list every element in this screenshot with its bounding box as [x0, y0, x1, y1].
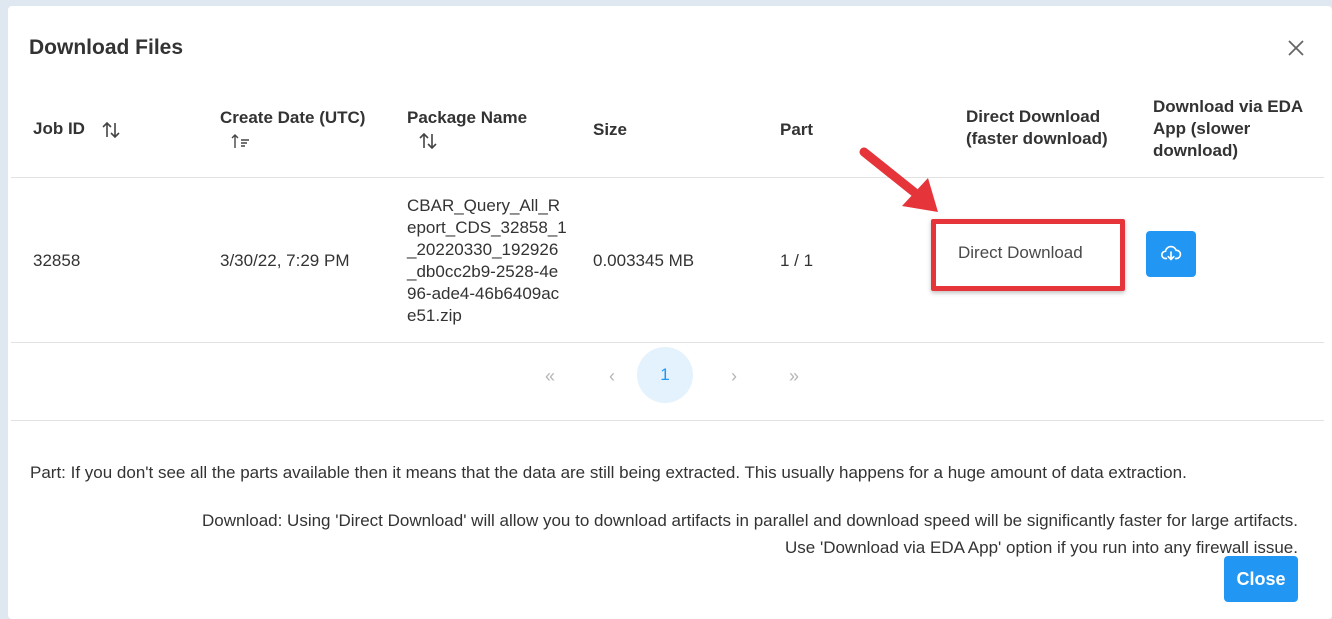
header-create-date[interactable]: Create Date (UTC)	[220, 107, 365, 151]
pagination-prev[interactable]: ‹	[598, 350, 626, 402]
header-direct-download-line2: (faster download)	[966, 129, 1108, 148]
dialog-title: Download Files	[29, 36, 184, 59]
header-direct-download: Direct Download (faster download)	[966, 106, 1108, 150]
header-package-name-label: Package Name	[407, 108, 528, 127]
sort-icon[interactable]	[100, 119, 122, 141]
download-note-line2: Use 'Download via EDA App' option if you…	[785, 538, 1298, 557]
pagination-first[interactable]: «	[536, 350, 564, 402]
header-job-id[interactable]: Job ID	[33, 118, 122, 141]
close-icon[interactable]	[1284, 36, 1308, 60]
sort-icon[interactable]	[417, 130, 439, 152]
cell-package-name: CBAR_Query_All_Report_CDS_32858_1_202203…	[407, 196, 567, 325]
header-download-via-eda: Download via EDA App (slower download)	[1153, 96, 1303, 162]
cloud-download-icon	[1160, 242, 1182, 267]
header-size: Size	[593, 120, 628, 139]
header-divider	[11, 177, 1324, 178]
header-eda-line1: Download via EDA	[1153, 97, 1304, 116]
header-package-name[interactable]: Package Name	[407, 107, 527, 152]
header-create-date-label: Create Date (UTC)	[220, 108, 366, 127]
header-job-id-label: Job ID	[33, 119, 85, 138]
header-direct-download-line1: Direct Download	[966, 107, 1101, 126]
sort-ascending-icon[interactable]	[230, 132, 252, 150]
pagination-divider	[11, 420, 1324, 421]
cell-size: 0.003345 MB	[593, 251, 695, 270]
direct-download-link[interactable]: Direct Download	[958, 243, 1083, 263]
header-eda-line3: download)	[1153, 141, 1238, 160]
row-divider	[11, 342, 1324, 343]
pagination-page-1[interactable]: 1	[637, 347, 693, 403]
header-part: Part	[780, 120, 814, 139]
download-note-line1: Download: Using 'Direct Download' will a…	[202, 511, 1298, 530]
pagination-last[interactable]: »	[780, 350, 808, 402]
header-eda-line2: App (slower	[1153, 119, 1251, 138]
close-button[interactable]: Close	[1224, 556, 1298, 602]
pagination-next[interactable]: ›	[720, 350, 748, 402]
cell-part: 1 / 1	[780, 251, 814, 270]
cell-job-id: 32858	[33, 251, 81, 270]
download-via-eda-button[interactable]	[1146, 231, 1196, 277]
part-note: Part: If you don't see all the parts ava…	[30, 463, 1187, 482]
cell-create-date: 3/30/22, 7:29 PM	[220, 251, 350, 270]
